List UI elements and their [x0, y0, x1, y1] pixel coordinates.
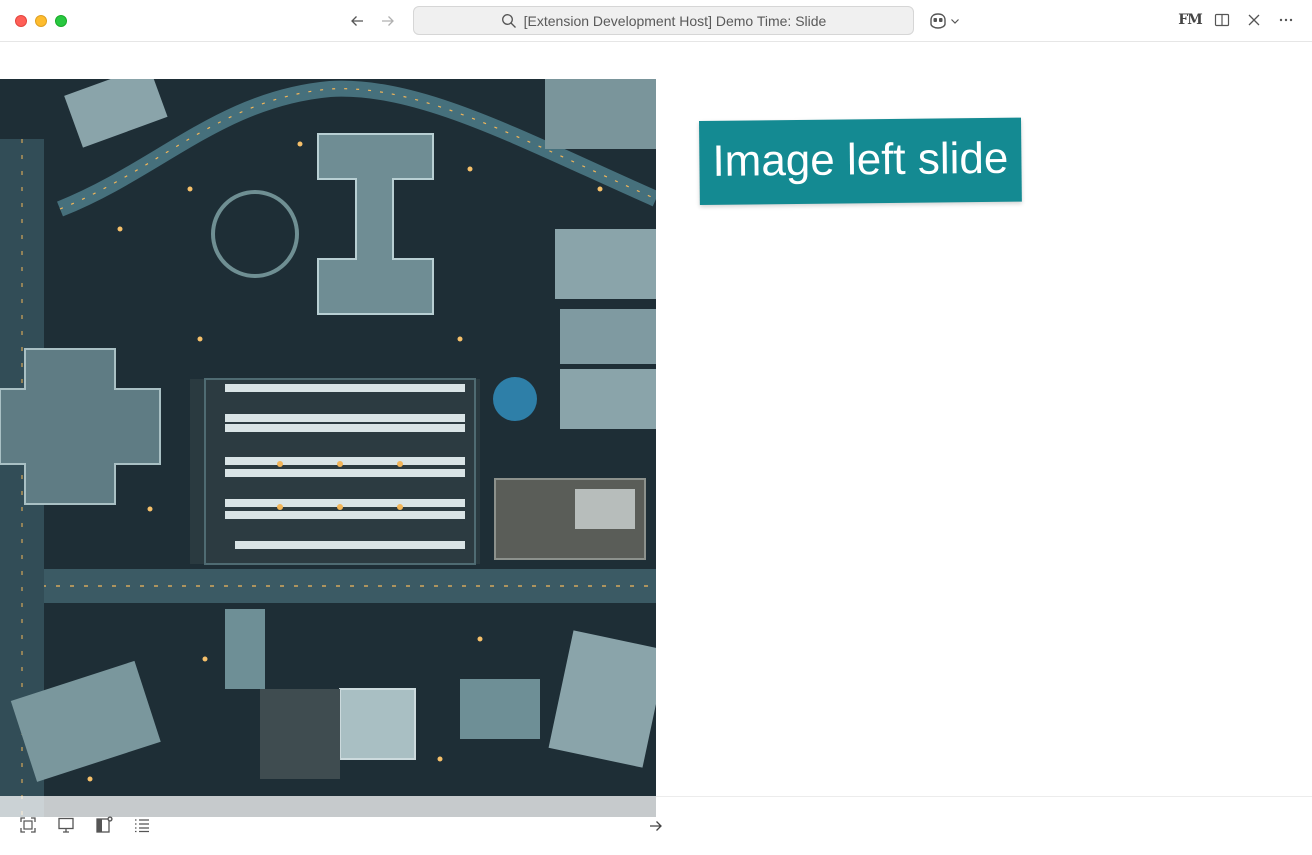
divider: [656, 796, 1312, 797]
fullscreen-icon: [20, 817, 36, 833]
front-matter-button[interactable]: FM: [1178, 9, 1202, 31]
search-icon: [501, 13, 516, 28]
command-center-search[interactable]: [Extension Development Host] Demo Time: …: [413, 6, 914, 35]
panel-toggle-button[interactable]: [94, 815, 114, 835]
slide-controls: [18, 815, 152, 835]
close-editor-button[interactable]: [1244, 9, 1264, 31]
slide-title: Image left slide: [699, 117, 1022, 205]
close-icon: [1248, 14, 1260, 26]
fullscreen-button[interactable]: [18, 815, 38, 835]
more-actions-button[interactable]: [1276, 9, 1296, 31]
back-button[interactable]: [346, 10, 368, 32]
next-arrow-icon: [650, 821, 662, 831]
split-editor-icon: [1214, 13, 1230, 27]
window-minimize-button[interactable]: [35, 15, 47, 27]
slides-list-icon: [135, 819, 149, 833]
aerial-city-image: [0, 79, 656, 817]
panel-toggle-icon: [96, 816, 113, 833]
forward-button[interactable]: [377, 10, 399, 32]
window-title: [Extension Development Host] Demo Time: …: [523, 12, 827, 29]
window-maximize-button[interactable]: [55, 15, 67, 27]
copilot-menu[interactable]: [928, 10, 960, 32]
front-matter-icon: FM: [1178, 12, 1202, 28]
slides-list-button[interactable]: [132, 815, 152, 835]
slide-image: [0, 79, 656, 817]
back-arrow-icon: [351, 16, 363, 26]
forward-arrow-icon: [382, 16, 394, 26]
title-bar: [Extension Development Host] Demo Time: …: [0, 0, 1312, 42]
next-slide-button[interactable]: [646, 816, 666, 836]
presentation-icon: [58, 817, 74, 833]
more-actions-icon: [1279, 18, 1293, 22]
copilot-icon: [930, 13, 946, 29]
window-close-button[interactable]: [15, 15, 27, 27]
chevron-down-icon: [951, 19, 959, 24]
split-editor-button[interactable]: [1212, 9, 1232, 31]
presentation-button[interactable]: [56, 815, 76, 835]
